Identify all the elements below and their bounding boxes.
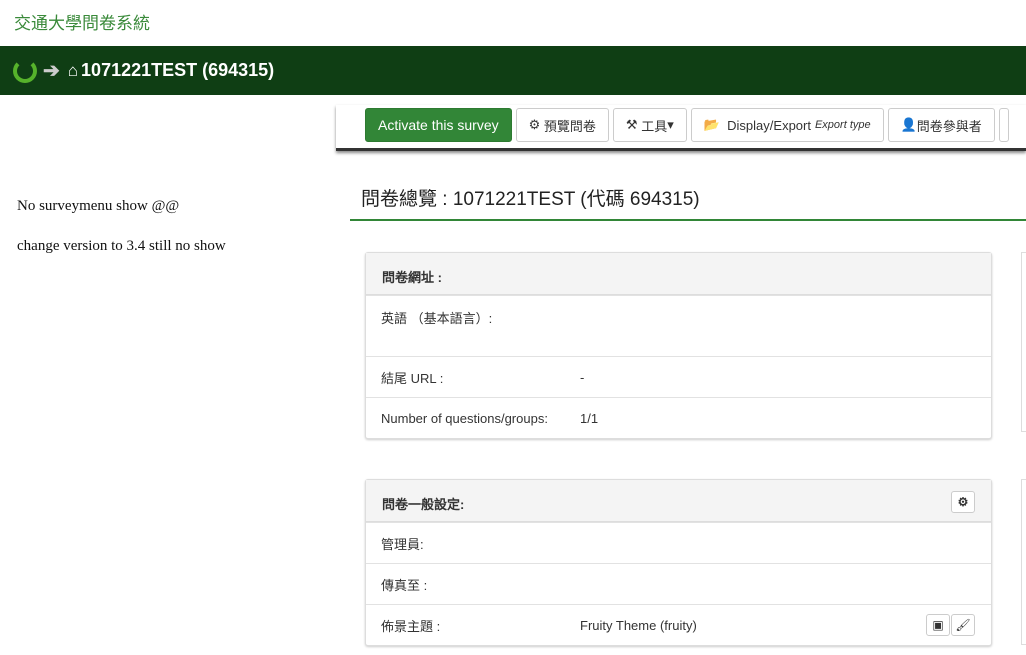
note-line: No surveymenu show @@ [17, 198, 180, 214]
participants-button[interactable]: 👤 問卷參與者 [887, 108, 995, 142]
survey-url-panel: 問卷網址 : 英語 （基本語言）: 結尾 URL :- Number of qu… [365, 252, 992, 439]
survey-breadcrumb[interactable]: 1071221TEST (694315) [81, 60, 274, 81]
info-row: 結尾 URL :- [366, 356, 991, 397]
display-export-button[interactable]: 📂 Display/Export Export type [690, 108, 884, 142]
panel-title: 問卷網址 : [366, 253, 991, 295]
info-row: 傳真至 : [366, 563, 991, 604]
more-button[interactable] [998, 108, 1009, 142]
limesurvey-logo-icon[interactable] [13, 58, 37, 83]
tools-icon: ⚒ [625, 117, 642, 132]
preview-survey-button[interactable]: ⚙ 預覽問卷 [515, 108, 609, 142]
info-row: 管理員: [366, 522, 991, 563]
caret-down-icon: ▾ [667, 117, 674, 132]
info-row: 英語 （基本語言）: [366, 295, 991, 356]
panel-title: 問卷一般設定: ⚙ [366, 480, 991, 522]
top-navbar: ➔ ⌂ 1071221TEST (694315) [0, 46, 1026, 95]
site-title[interactable]: 交通大學問卷系統 [14, 9, 150, 34]
settings-cogs-icon[interactable]: ⚙ [951, 491, 975, 513]
activate-survey-button[interactable]: Activate this survey [365, 108, 512, 142]
tools-dropdown-button[interactable]: ⚒ 工具 ▾ [612, 108, 687, 142]
info-row: 佈景主題 : Fruity Theme (fruity) ▣ 🖌 [366, 604, 991, 645]
page-title: 問卷總覽 : 1071221TEST (代碼 694315) [350, 184, 1026, 221]
gear-icon: ⚙ [528, 117, 544, 132]
survey-toolbar: Activate this survey ⚙ 預覽問卷 ⚒ 工具 ▾ 📂 Disp… [336, 105, 1026, 151]
right-panel-edge [1021, 479, 1026, 645]
theme-preview-icon[interactable]: ▣ [926, 614, 950, 636]
user-icon: 👤 [900, 117, 917, 132]
note-line: change version to 3.4 still no show [17, 238, 226, 254]
brush-icon[interactable]: 🖌 [951, 614, 975, 636]
general-settings-panel: 問卷一般設定: ⚙ 管理員: 傳真至 : 佈景主題 : Fruity Theme … [365, 479, 992, 646]
arrow-right-icon: ➔ [43, 60, 60, 82]
folder-open-icon: 📂 [703, 117, 728, 132]
info-row: Number of questions/groups: 1/1 [366, 397, 991, 438]
right-panel-edge [1021, 252, 1026, 432]
home-icon[interactable]: ⌂ [68, 61, 78, 81]
